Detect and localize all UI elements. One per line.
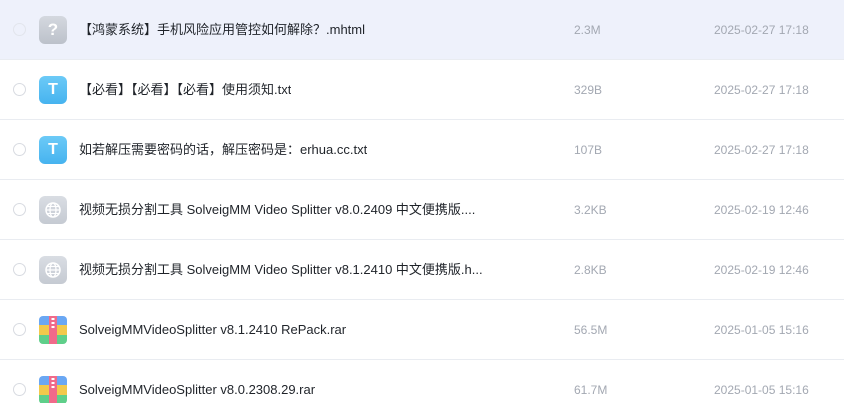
row-checkbox[interactable]	[13, 83, 26, 96]
file-row[interactable]: SolveigMMVideoSplitter v8.1.2410 RePack.…	[0, 300, 844, 360]
file-date: 2025-02-19 12:46	[714, 203, 809, 217]
file-name[interactable]: 【鸿蒙系统】手机风险应用管控如何解除？.mhtml	[79, 22, 365, 38]
file-row[interactable]: ? 【鸿蒙系统】手机风险应用管控如何解除？.mhtml 2.3M 2025-02…	[0, 0, 844, 60]
unknown-file-glyph: ?	[47, 20, 59, 39]
file-date: 2025-02-27 17:18	[714, 83, 809, 97]
file-row[interactable]: 视频无损分割工具 SolveigMM Video Splitter v8.1.2…	[0, 240, 844, 300]
web-file-icon	[39, 256, 67, 284]
rar-file-icon	[39, 316, 67, 344]
file-row[interactable]: 视频无损分割工具 SolveigMM Video Splitter v8.0.2…	[0, 180, 844, 240]
archive-stack-icon	[39, 316, 67, 344]
txt-file-icon: T	[39, 136, 67, 164]
row-checkbox[interactable]	[13, 323, 26, 336]
file-name[interactable]: 视频无损分割工具 SolveigMM Video Splitter v8.1.2…	[79, 262, 483, 278]
txt-file-glyph: T	[48, 141, 58, 158]
txt-file-icon: T	[39, 76, 67, 104]
row-checkbox[interactable]	[13, 383, 26, 396]
file-size: 61.7M	[574, 383, 608, 397]
file-name[interactable]: SolveigMMVideoSplitter v8.0.2308.29.rar	[79, 382, 315, 398]
file-size: 56.5M	[574, 323, 608, 337]
row-checkbox[interactable]	[13, 263, 26, 276]
globe-icon	[45, 202, 61, 218]
row-checkbox[interactable]	[13, 143, 26, 156]
file-size: 329B	[574, 83, 603, 97]
file-size: 107B	[574, 143, 603, 157]
globe-icon	[45, 262, 61, 278]
rar-file-icon	[39, 376, 67, 403]
txt-file-glyph: T	[48, 81, 58, 98]
file-date: 2025-01-05 15:16	[714, 323, 809, 337]
archive-stack-icon	[39, 376, 67, 403]
file-row[interactable]: SolveigMMVideoSplitter v8.0.2308.29.rar …	[0, 360, 844, 403]
file-size: 2.8KB	[574, 263, 607, 277]
web-file-icon	[39, 196, 67, 224]
file-name[interactable]: 视频无损分割工具 SolveigMM Video Splitter v8.0.2…	[79, 202, 475, 218]
file-size: 3.2KB	[574, 203, 607, 217]
file-size: 2.3M	[574, 23, 601, 37]
file-date: 2025-02-19 12:46	[714, 263, 809, 277]
file-date: 2025-02-27 17:18	[714, 143, 809, 157]
row-checkbox[interactable]	[13, 23, 26, 36]
file-name[interactable]: SolveigMMVideoSplitter v8.1.2410 RePack.…	[79, 322, 346, 338]
file-date: 2025-01-05 15:16	[714, 383, 809, 397]
file-list: ? 【鸿蒙系统】手机风险应用管控如何解除？.mhtml 2.3M 2025-02…	[0, 0, 844, 403]
unknown-file-icon: ?	[39, 16, 67, 44]
file-name[interactable]: 【必看】【必看】【必看】使用须知.txt	[79, 82, 291, 98]
file-name[interactable]: 如若解压需要密码的话，解压密码是：erhua.cc.txt	[79, 142, 367, 158]
file-row[interactable]: T 【必看】【必看】【必看】使用须知.txt 329B 2025-02-27 1…	[0, 60, 844, 120]
file-row[interactable]: T 如若解压需要密码的话，解压密码是：erhua.cc.txt 107B 202…	[0, 120, 844, 180]
file-date: 2025-02-27 17:18	[714, 23, 809, 37]
row-checkbox[interactable]	[13, 203, 26, 216]
